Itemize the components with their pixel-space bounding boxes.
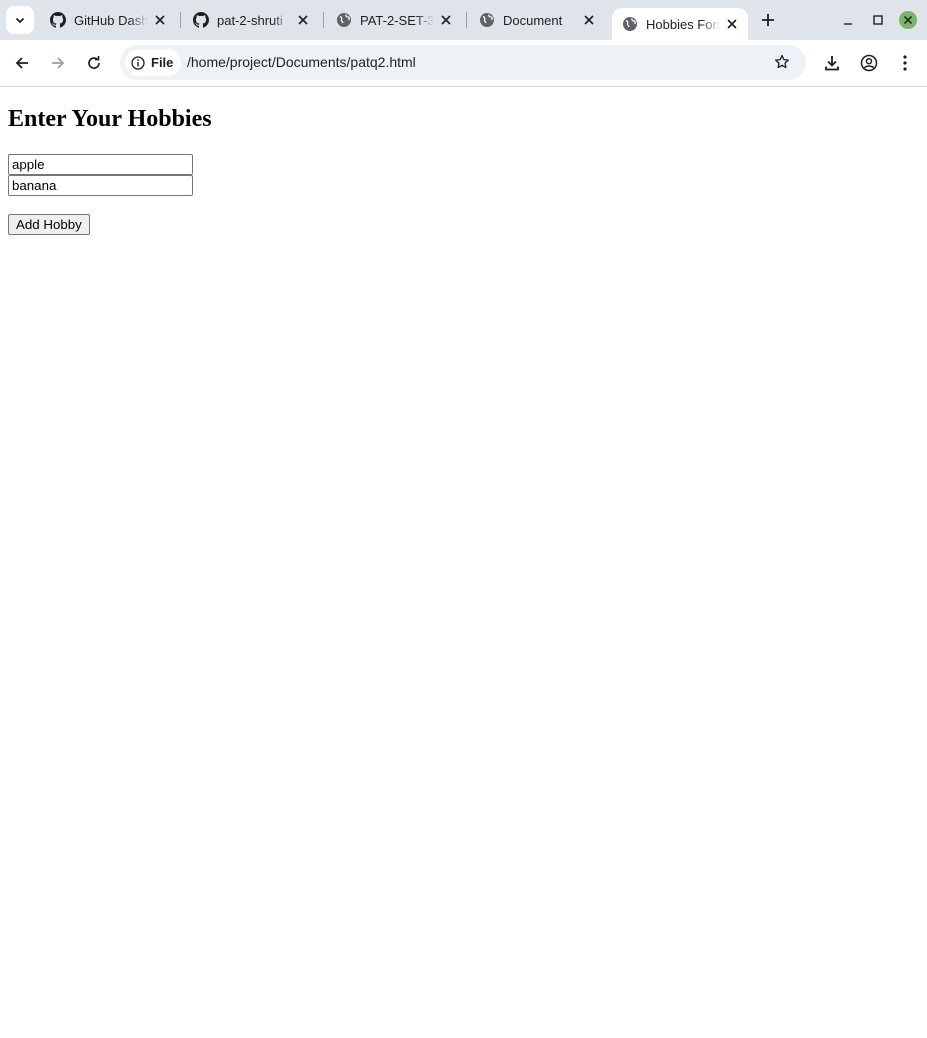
profile-button[interactable] bbox=[857, 51, 881, 75]
close-tab-icon[interactable] bbox=[438, 12, 454, 28]
page-content: Enter Your Hobbies Add Hobby bbox=[0, 87, 927, 1038]
reload-icon bbox=[88, 56, 100, 69]
tab-title: Document bbox=[503, 12, 563, 28]
star-icon bbox=[775, 54, 789, 69]
info-icon bbox=[131, 55, 145, 70]
close-window-button[interactable] bbox=[898, 10, 918, 30]
account-icon bbox=[860, 54, 878, 72]
bookmark-button[interactable] bbox=[772, 52, 792, 72]
tab-separator bbox=[323, 12, 324, 28]
maximize-icon bbox=[873, 15, 883, 25]
tab-pat-2-set-3[interactable]: PAT-2-SET-3 bbox=[326, 6, 462, 34]
download-icon bbox=[825, 56, 839, 71]
menu-button[interactable] bbox=[893, 51, 917, 75]
hobby-input-2[interactable] bbox=[8, 175, 193, 196]
tab-strip: GitHub Dashboard pat-2-shruti PAT-2-SET-… bbox=[0, 0, 927, 40]
minimize-icon bbox=[844, 23, 852, 25]
close-tab-icon[interactable] bbox=[724, 16, 740, 32]
site-info-chip[interactable]: File bbox=[125, 49, 182, 76]
globe-icon bbox=[337, 13, 351, 27]
minimize-button[interactable] bbox=[838, 10, 858, 30]
reload-button[interactable] bbox=[82, 51, 106, 75]
tab-pat-2-shruti[interactable]: pat-2-shruti bbox=[183, 6, 319, 34]
site-info-label: File bbox=[151, 55, 174, 70]
tab-search-button[interactable] bbox=[6, 6, 34, 34]
globe-icon bbox=[623, 17, 637, 31]
close-icon bbox=[899, 11, 917, 29]
browser-toolbar: File /home/project/Documents/patq2.html bbox=[0, 40, 927, 87]
github-icon bbox=[193, 12, 209, 28]
tab-title: pat-2-shruti bbox=[217, 12, 283, 28]
back-button[interactable] bbox=[10, 51, 34, 75]
tab-title: GitHub Dashboard bbox=[74, 12, 148, 28]
plus-icon bbox=[762, 14, 774, 26]
tab-separator bbox=[466, 12, 467, 28]
hobby-input-1[interactable] bbox=[8, 154, 193, 175]
address-bar[interactable]: File /home/project/Documents/patq2.html bbox=[120, 45, 806, 80]
globe-icon bbox=[480, 13, 494, 27]
close-tab-icon[interactable] bbox=[581, 12, 597, 28]
tab-document[interactable]: Document bbox=[469, 6, 605, 34]
maximize-button[interactable] bbox=[868, 10, 888, 30]
new-tab-button[interactable] bbox=[756, 8, 780, 32]
close-tab-icon[interactable] bbox=[295, 12, 311, 28]
forward-button[interactable] bbox=[46, 51, 70, 75]
tab-github-dashboard[interactable]: GitHub Dashboard bbox=[40, 6, 176, 34]
github-icon bbox=[50, 12, 66, 28]
arrow-left-icon bbox=[15, 57, 28, 69]
page-heading: Enter Your Hobbies bbox=[8, 106, 212, 132]
tab-title: Hobbies Form bbox=[646, 16, 720, 32]
arrow-right-icon bbox=[52, 57, 65, 69]
tab-title: PAT-2-SET-3 bbox=[360, 12, 434, 28]
more-vert-icon bbox=[903, 55, 907, 71]
add-hobby-button[interactable]: Add Hobby bbox=[8, 214, 90, 235]
chevron-down-icon bbox=[15, 17, 25, 24]
url-text[interactable]: /home/project/Documents/patq2.html bbox=[187, 54, 416, 70]
downloads-button[interactable] bbox=[820, 51, 844, 75]
tab-separator bbox=[180, 12, 181, 28]
close-tab-icon[interactable] bbox=[152, 12, 168, 28]
tab-hobbies-form[interactable]: Hobbies Form bbox=[612, 8, 748, 40]
